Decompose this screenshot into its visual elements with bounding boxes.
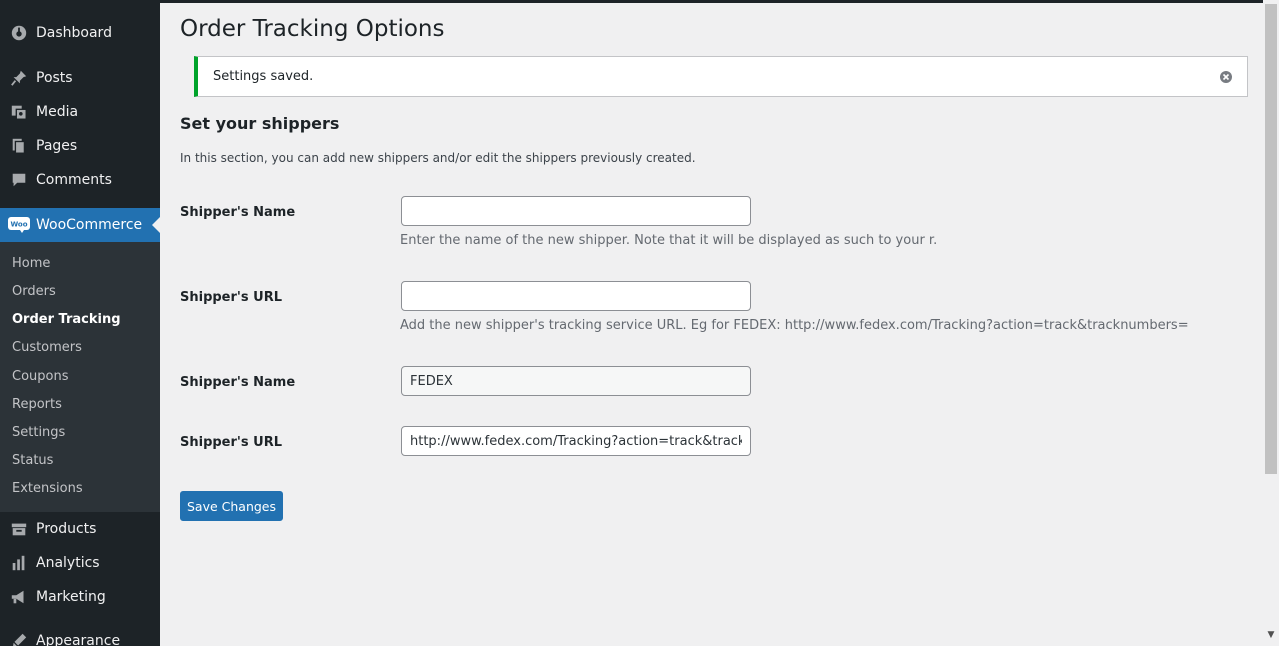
submenu-home[interactable]: Home <box>12 254 50 274</box>
submenu-reports[interactable]: Reports <box>12 395 62 415</box>
menu-label: WooCommerce <box>36 217 143 233</box>
new-shipper-name-description: Enter the name of the new shipper. Note … <box>400 233 938 248</box>
submenu-extensions[interactable]: Extensions <box>12 479 83 499</box>
pages-icon <box>0 137 36 155</box>
woo-icon: Woo <box>0 217 36 233</box>
submenu-customers[interactable]: Customers <box>12 338 82 358</box>
existing-shipper-url-input[interactable] <box>401 426 751 456</box>
existing-shipper-name-input[interactable] <box>401 366 751 396</box>
menu-media[interactable]: Media <box>0 95 160 129</box>
archive-icon <box>0 520 36 538</box>
dismiss-icon[interactable] <box>1219 69 1233 83</box>
menu-analytics[interactable]: Analytics <box>0 546 160 580</box>
new-shipper-name-input[interactable] <box>401 196 751 226</box>
bar-chart-icon <box>0 554 36 572</box>
submenu-orders[interactable]: Orders <box>12 282 56 302</box>
new-shipper-url-description: Add the new shipper's tracking service U… <box>400 318 1189 333</box>
admin-sidebar: Dashboard Posts Media Pages Comments Woo… <box>0 0 160 646</box>
existing-shipper-name-label: Shipper's Name <box>180 375 296 390</box>
notice-text: Settings saved. <box>213 69 314 84</box>
new-shipper-url-input[interactable] <box>401 281 751 311</box>
menu-woocommerce[interactable]: Woo WooCommerce <box>0 208 160 242</box>
submenu-coupons[interactable]: Coupons <box>12 367 69 387</box>
submenu-status[interactable]: Status <box>12 451 53 471</box>
submenu-settings[interactable]: Settings <box>12 423 65 443</box>
menu-comments[interactable]: Comments <box>0 163 160 197</box>
scrollbar-thumb[interactable] <box>1265 4 1277 474</box>
megaphone-icon <box>0 588 36 606</box>
media-icon <box>0 103 36 121</box>
new-shipper-url-label: Shipper's URL <box>180 290 283 305</box>
section-title: Set your shippers <box>180 114 340 133</box>
menu-label: Marketing <box>36 589 106 605</box>
menu-label: Dashboard <box>36 25 112 41</box>
menu-label: Posts <box>36 70 73 86</box>
pin-icon <box>0 69 36 87</box>
page-scrollbar[interactable]: ▼ <box>1263 0 1279 646</box>
comment-icon <box>0 171 36 189</box>
menu-label: Products <box>36 521 97 537</box>
page-title: Order Tracking Options <box>180 16 445 42</box>
menu-label: Pages <box>36 138 78 154</box>
menu-dashboard[interactable]: Dashboard <box>0 16 160 50</box>
menu-products[interactable]: Products <box>0 512 160 546</box>
menu-pages[interactable]: Pages <box>0 129 160 163</box>
menu-label: Analytics <box>36 555 100 571</box>
dashboard-icon <box>0 24 36 42</box>
section-description: In this section, you can add new shipper… <box>180 151 696 165</box>
menu-label: Comments <box>36 172 112 188</box>
new-shipper-name-label: Shipper's Name <box>180 205 296 220</box>
settings-saved-notice: Settings saved. <box>194 56 1248 97</box>
menu-label: Media <box>36 104 79 120</box>
existing-shipper-url-label: Shipper's URL <box>180 435 283 450</box>
brush-icon <box>0 632 36 646</box>
admin-bar-edge <box>160 0 1279 3</box>
woocommerce-submenu: Home Orders Order Tracking Customers Cou… <box>0 242 160 512</box>
woo-badge-text: Woo <box>10 221 27 229</box>
menu-marketing[interactable]: Marketing <box>0 580 160 614</box>
menu-label: Appearance <box>36 633 121 646</box>
menu-appearance[interactable]: Appearance <box>0 624 160 646</box>
menu-posts[interactable]: Posts <box>0 61 160 95</box>
submenu-order-tracking[interactable]: Order Tracking <box>12 310 121 330</box>
scroll-down-arrow-icon[interactable]: ▼ <box>1265 628 1277 642</box>
save-changes-button[interactable]: Save Changes <box>180 491 283 521</box>
